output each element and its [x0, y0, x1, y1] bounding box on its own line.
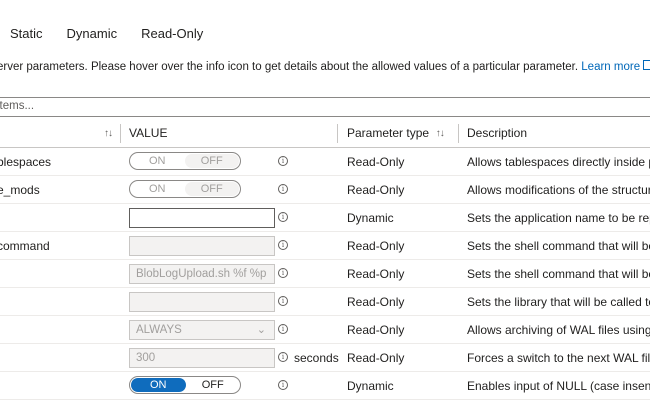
parameter-tabs: Static Dynamic Read-Only — [10, 26, 227, 41]
info-icon[interactable]: i — [278, 296, 288, 306]
parameters-grid: ↑↓ VALUE Parameter type ↑↓ Description b… — [0, 119, 650, 400]
table-row: command i Read-Only Sets the shell comma… — [0, 232, 650, 260]
parameter-name — [0, 344, 115, 371]
parameter-description: Allows modifications of the structure — [467, 182, 650, 197]
info-icon[interactable]: i — [278, 324, 288, 334]
parameter-name — [0, 260, 115, 287]
table-row: i Dynamic Sets the application name to b… — [0, 204, 650, 232]
info-icon[interactable]: i — [278, 380, 288, 390]
chevron-down-icon: ⌄ — [256, 324, 266, 336]
parameter-name — [0, 372, 115, 399]
parameter-type: Read-Only — [347, 294, 405, 309]
learn-more-link[interactable]: Learn more — [581, 60, 650, 73]
sort-icon[interactable]: ↑↓ — [104, 128, 112, 139]
parameter-type: Read-Only — [347, 322, 405, 337]
column-header-name[interactable]: ↑↓ — [0, 119, 112, 147]
table-row: ON OFF i Dynamic Enables input of NULL (c… — [0, 372, 650, 400]
parameter-description: Enables input of NULL (case insensitiv — [467, 378, 650, 393]
parameter-description: Sets the shell command that will be c — [467, 266, 650, 281]
parameter-description: Sets the library that will be called to … — [467, 294, 650, 309]
parameter-toggle[interactable]: ON OFF — [129, 152, 241, 170]
parameter-description: Allows tablespaces directly inside pg_ — [467, 154, 650, 169]
column-header-parameter-type[interactable]: Parameter type ↑↓ — [347, 119, 447, 147]
tab-dynamic[interactable]: Dynamic — [67, 26, 118, 41]
parameter-name — [0, 316, 115, 343]
parameter-value-input: BlobLogUpload.sh %f %p — [129, 264, 275, 284]
table-row: ALWAYS ⌄ i Read-Only Allows archiving of… — [0, 316, 650, 344]
parameter-value-input — [129, 236, 275, 256]
tab-static[interactable]: Static — [10, 26, 43, 41]
external-link-icon — [643, 60, 650, 70]
page-description: erver parameters. Please hover over the … — [0, 60, 650, 73]
info-icon[interactable]: i — [278, 156, 288, 166]
sort-icon[interactable]: ↑↓ — [436, 128, 445, 139]
parameter-toggle[interactable]: ON OFF — [129, 376, 241, 394]
table-row: e_mods ON OFF i Read-Only Allows modifica… — [0, 176, 650, 204]
parameter-value-input — [129, 292, 275, 312]
tab-read-only[interactable]: Read-Only — [141, 26, 203, 41]
parameter-description: Sets the application name to be repo — [467, 210, 650, 225]
parameter-name: blespaces — [0, 154, 52, 169]
parameter-name: e_mods — [0, 182, 40, 197]
parameter-value-input: 300 — [129, 348, 275, 368]
parameter-type: Read-Only — [347, 238, 405, 253]
table-row: blespaces ON OFF i Read-Only Allows table… — [0, 148, 650, 176]
info-icon[interactable]: i — [278, 184, 288, 194]
parameter-toggle[interactable]: ON OFF — [129, 180, 241, 198]
info-icon[interactable]: i — [278, 268, 288, 278]
parameter-type: Read-Only — [347, 350, 405, 365]
table-row: BlobLogUpload.sh %f %p i Read-Only Sets … — [0, 260, 650, 288]
parameter-type: Read-Only — [347, 182, 405, 197]
parameter-name — [0, 204, 115, 231]
column-header-value: VALUE — [129, 126, 168, 140]
parameter-type: Dynamic — [347, 378, 394, 393]
column-header-description: Description — [467, 126, 528, 140]
description-text: erver parameters. Please hover over the … — [0, 61, 579, 73]
parameter-type: Dynamic — [347, 210, 394, 225]
grid-header: ↑↓ VALUE Parameter type ↑↓ Description — [0, 119, 650, 148]
info-icon[interactable]: i — [278, 352, 288, 362]
table-row: 300 i seconds Read-Only Forces a switch … — [0, 344, 650, 372]
parameter-value-dropdown: ALWAYS ⌄ — [129, 320, 275, 340]
table-row: i Read-Only Sets the library that will b… — [0, 288, 650, 316]
parameter-type: Read-Only — [347, 154, 405, 169]
parameter-value-input[interactable] — [129, 208, 275, 228]
parameter-description: Forces a switch to the next WAL file if — [467, 350, 650, 365]
info-icon[interactable]: i — [278, 240, 288, 250]
parameter-type: Read-Only — [347, 266, 405, 281]
parameter-description: Sets the shell command that will be e — [467, 238, 650, 253]
filter-input[interactable] — [0, 98, 637, 114]
unit-label: seconds — [294, 350, 339, 365]
parameter-description: Allows archiving of WAL files using ar — [467, 322, 650, 337]
info-icon[interactable]: i — [278, 212, 288, 222]
filter-box — [0, 97, 650, 117]
parameter-name — [0, 288, 115, 315]
parameter-name: command — [0, 238, 50, 253]
